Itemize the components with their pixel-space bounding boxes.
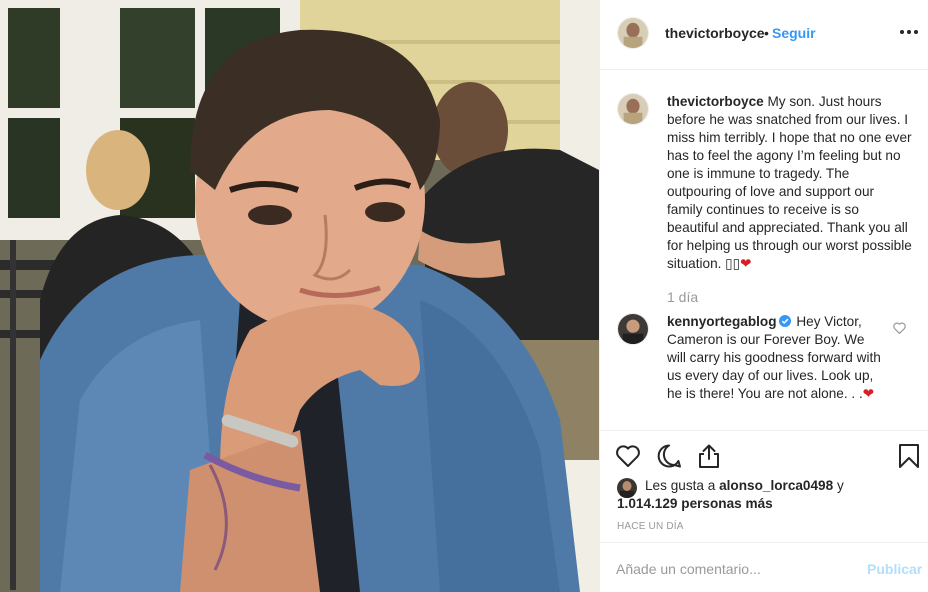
share-icon[interactable] [696,443,722,469]
comment: kennyortegablog Hey Victor, Cameron is o… [667,313,882,403]
likes-count[interactable]: 1.014.129 [617,496,677,511]
comment-red-heart-emoji: ❤ [862,386,875,401]
liker-avatar[interactable] [617,478,637,498]
caption-username[interactable]: thevictorboyce [667,94,764,109]
likes-conjunction: y [836,478,844,493]
commenter-avatar[interactable] [617,313,649,345]
likes-count-suffix[interactable]: personas más [681,496,772,511]
follow-button[interactable]: Seguir [772,25,816,41]
publish-button[interactable]: Publicar [867,561,922,577]
post-date[interactable]: HACE UN DÍA [617,521,684,532]
comment-input[interactable] [616,560,846,578]
more-options-icon[interactable] [900,30,918,36]
author-username[interactable]: thevictorboyce [665,25,765,41]
red-heart-emoji: ❤ [740,256,752,271]
caption-timestamp[interactable]: 1 día [667,289,698,305]
separator-dot: • [764,25,769,41]
commenter-username[interactable]: kennyortegablog [667,314,777,329]
post-details-panel: thevictorboyce • Seguir thevictorboyce M… [599,0,928,592]
caption-body: My son. Just hours before he was snatche… [667,94,912,271]
author-avatar[interactable] [617,17,649,49]
likes-summary: Les gusta a alonso_lorca0498 y [645,478,844,493]
liker-username[interactable]: alonso_lorca0498 [719,478,833,493]
likes-prefix: Les gusta a [645,478,716,493]
post-header: thevictorboyce • Seguir [600,0,928,70]
post-photo[interactable] [0,0,599,592]
post-caption: thevictorboyce My son. Just hours before… [667,93,912,273]
caption-author-avatar[interactable] [617,93,649,125]
comment-like-heart-icon[interactable] [893,322,906,334]
heart-outline-icon[interactable] [615,443,641,469]
bookmark-icon[interactable] [896,443,922,469]
post-actions: Les gusta a alonso_lorca0498 y 1.014.129… [600,430,928,542]
likes-count-line[interactable]: 1.014.129 personas más [617,496,773,511]
add-comment-section: Publicar [600,542,928,592]
comment-icon[interactable] [656,443,682,469]
post-photo-illustration [0,0,599,592]
verified-badge-icon [778,315,791,327]
